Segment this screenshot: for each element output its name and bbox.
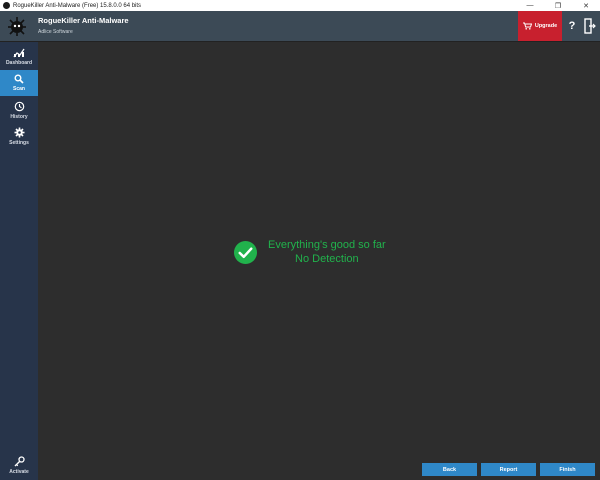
sidebar-item-label: Settings	[9, 139, 29, 146]
company-name: Adlice Software	[38, 29, 73, 35]
window-titlebar: RogueKiller Anti-Malware (Free) 15.8.0.0…	[0, 0, 600, 11]
roguekiller-logo-icon	[8, 17, 26, 36]
key-icon	[14, 455, 25, 466]
maximize-button[interactable]: ❐	[544, 0, 572, 11]
app-header: RogueKiller Anti-Malware Adlice Software…	[0, 11, 600, 42]
chart-icon	[13, 48, 25, 58]
sidebar: Dashboard Scan History Settings Activate	[0, 42, 38, 480]
sidebar-item-label: History	[10, 113, 28, 120]
sidebar-item-activate[interactable]: Activate	[0, 452, 38, 478]
app-name: RogueKiller Anti-Malware	[38, 16, 129, 25]
status-line-primary: Everything's good so far	[268, 239, 386, 251]
sidebar-item-scan[interactable]: Scan	[0, 70, 38, 96]
status-line-secondary: No Detection	[295, 253, 359, 265]
exit-button[interactable]	[584, 17, 596, 35]
sidebar-item-label: Activate	[9, 468, 29, 475]
search-icon	[14, 74, 24, 84]
history-icon	[14, 101, 24, 111]
gear-icon	[14, 127, 24, 137]
app-window-icon	[3, 2, 10, 9]
report-button[interactable]: Report	[481, 463, 536, 476]
finish-button[interactable]: Finish	[540, 463, 595, 476]
sidebar-item-label: Scan	[13, 86, 25, 92]
cart-icon	[522, 22, 532, 30]
sidebar-item-settings[interactable]: Settings	[0, 123, 38, 149]
sidebar-item-label: Dashboard	[5, 60, 33, 66]
status-message: Everything's good so far No Detection	[268, 238, 386, 266]
check-circle-icon	[234, 240, 257, 264]
sidebar-item-dashboard[interactable]: Dashboard	[0, 44, 38, 70]
sidebar-item-history[interactable]: History	[0, 97, 38, 123]
scan-result: Everything's good so far No Detection	[234, 238, 386, 266]
close-button[interactable]: ✕	[572, 0, 600, 11]
window-title: RogueKiller Anti-Malware (Free) 15.8.0.0…	[13, 2, 142, 9]
help-button[interactable]: ?	[565, 15, 579, 37]
main-content: Everything's good so far No Detection Ba…	[38, 42, 600, 480]
back-button[interactable]: Back	[422, 463, 477, 476]
minimize-button[interactable]: —	[516, 0, 544, 11]
upgrade-label: Upgrade	[534, 23, 558, 29]
upgrade-button[interactable]: Upgrade	[518, 11, 562, 41]
